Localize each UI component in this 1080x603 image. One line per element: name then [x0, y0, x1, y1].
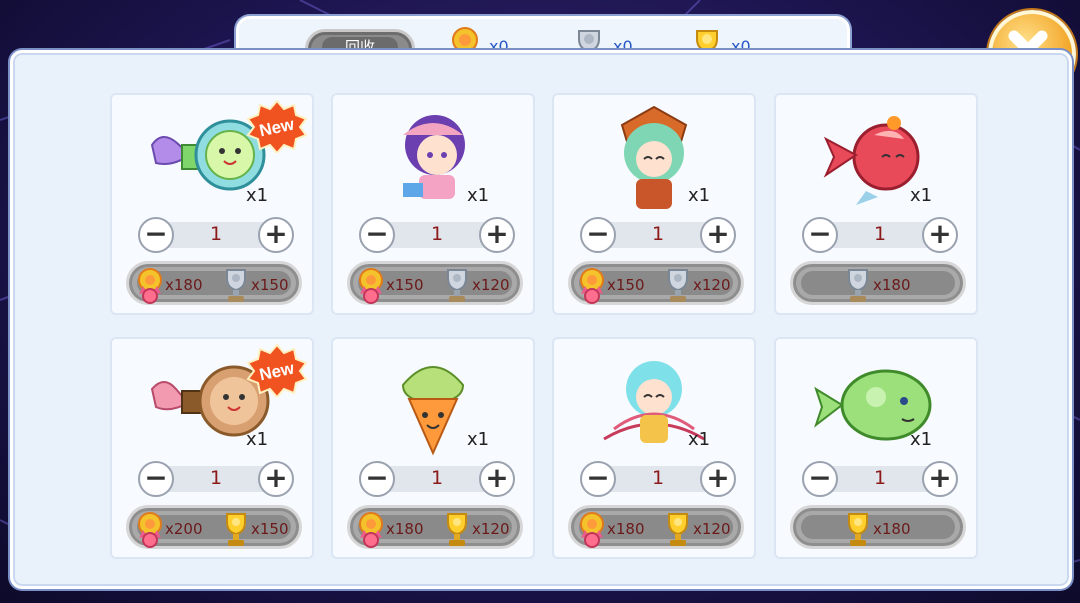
silver-trophy-icon [668, 269, 688, 302]
stepper-value: 1 [873, 223, 887, 245]
silver-trophy-icon [848, 269, 868, 302]
decrease-button[interactable]: − [138, 461, 174, 497]
price-amount: x180 [607, 520, 645, 538]
price-amount: x150 [607, 276, 645, 294]
quantity-stepper: − 1 + [802, 461, 958, 497]
price-amount: x180 [873, 520, 911, 538]
price-amount: x180 [165, 276, 203, 294]
item-quantity: x1 [246, 429, 269, 450]
increase-button[interactable]: + [700, 461, 736, 497]
flower-medal-icon [359, 268, 383, 304]
new-badge: New [246, 99, 308, 153]
exchange-button[interactable]: x180 [790, 261, 966, 305]
new-badge: New [246, 343, 308, 397]
flower-medal-icon [138, 512, 162, 548]
price-amount: x180 [386, 520, 424, 538]
decrease-button[interactable]: − [580, 461, 616, 497]
item-quantity: x1 [467, 185, 490, 206]
stepper-value: 1 [430, 467, 444, 489]
item-card-3[interactable]: x1 − 1 + x150 x120 [552, 93, 756, 315]
price-amount: x120 [472, 276, 510, 294]
flower-medal-icon [359, 512, 383, 548]
exchange-button[interactable]: x200 x150 [126, 505, 302, 549]
exchange-button[interactable]: x180 [790, 505, 966, 549]
increase-button[interactable]: + [479, 461, 515, 497]
quantity-stepper: − 1 + [138, 461, 294, 497]
item-quantity: x1 [688, 429, 711, 450]
stepper-value: 1 [430, 223, 444, 245]
stepper-value: 1 [651, 467, 665, 489]
increase-button[interactable]: + [258, 461, 294, 497]
price-amount: x120 [693, 276, 731, 294]
price-amount: x120 [472, 520, 510, 538]
decrease-button[interactable]: − [802, 461, 838, 497]
item-quantity: x1 [910, 429, 933, 450]
exchange-button[interactable]: x180 x120 [347, 505, 523, 549]
gold-trophy-icon [226, 513, 246, 546]
increase-button[interactable]: + [922, 217, 958, 253]
decrease-button[interactable]: − [138, 217, 174, 253]
item-card-8[interactable]: x1 − 1 + x180 [774, 337, 978, 559]
decrease-button[interactable]: − [359, 217, 395, 253]
quantity-stepper: − 1 + [359, 461, 515, 497]
increase-button[interactable]: + [922, 461, 958, 497]
stepper-value: 1 [209, 223, 223, 245]
quantity-stepper: − 1 + [580, 461, 736, 497]
item-quantity: x1 [910, 185, 933, 206]
gold-trophy-icon [668, 513, 688, 546]
stepper-value: 1 [651, 223, 665, 245]
price-amount: x150 [251, 276, 289, 294]
item-quantity: x1 [688, 185, 711, 206]
price-amount: x120 [693, 520, 731, 538]
quantity-stepper: − 1 + [138, 217, 294, 253]
item-quantity: x1 [467, 429, 490, 450]
decrease-button[interactable]: − [580, 217, 616, 253]
flower-medal-icon [138, 268, 162, 304]
stepper-value: 1 [209, 467, 223, 489]
price-amount: x200 [165, 520, 203, 538]
decrease-button[interactable]: − [802, 217, 838, 253]
quantity-stepper: − 1 + [802, 217, 958, 253]
quantity-stepper: − 1 + [359, 217, 515, 253]
silver-trophy-icon [447, 269, 467, 302]
exchange-button[interactable]: x150 x120 [347, 261, 523, 305]
item-card-7[interactable]: x1 − 1 + x180 x120 [552, 337, 756, 559]
item-card-5[interactable]: New x1 − 1 + x200 x150 [110, 337, 314, 559]
quantity-stepper: − 1 + [580, 217, 736, 253]
exchange-button[interactable]: x150 x120 [568, 261, 744, 305]
decrease-button[interactable]: − [359, 461, 395, 497]
gold-trophy-icon [848, 513, 868, 546]
increase-button[interactable]: + [258, 217, 294, 253]
item-card-2[interactable]: x1 − 1 + x150 x120 [331, 93, 535, 315]
exchange-button[interactable]: x180 x120 [568, 505, 744, 549]
increase-button[interactable]: + [700, 217, 736, 253]
stepper-value: 1 [873, 467, 887, 489]
flower-medal-icon [580, 268, 604, 304]
increase-button[interactable]: + [479, 217, 515, 253]
exchange-button[interactable]: x180 x150 [126, 261, 302, 305]
flower-medal-icon [580, 512, 604, 548]
item-quantity: x1 [246, 185, 269, 206]
item-card-1[interactable]: New x1 − 1 + x180 x150 [110, 93, 314, 315]
gold-trophy-icon [447, 513, 467, 546]
silver-trophy-icon [226, 269, 246, 302]
item-card-6[interactable]: x1 − 1 + x180 x120 [331, 337, 535, 559]
price-amount: x180 [873, 276, 911, 294]
item-card-4[interactable]: x1 − 1 + x180 [774, 93, 978, 315]
price-amount: x150 [386, 276, 424, 294]
price-amount: x150 [251, 520, 289, 538]
